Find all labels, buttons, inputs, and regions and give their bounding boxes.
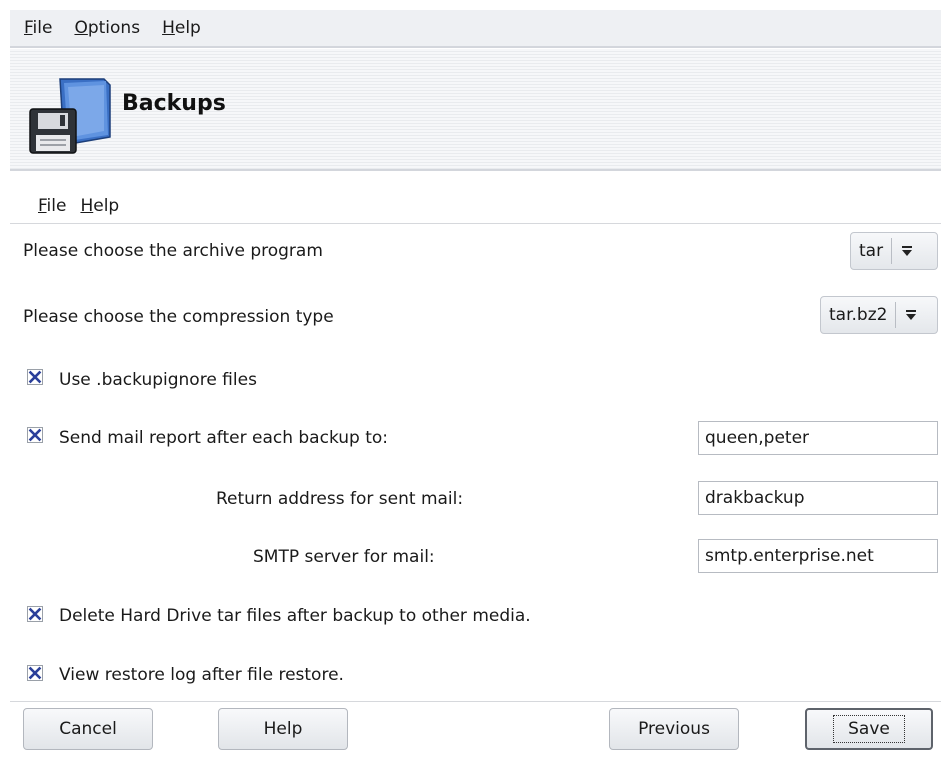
button-divider	[10, 701, 941, 702]
return-address-label: Return address for sent mail:	[216, 489, 464, 509]
floppy-folder-icon	[29, 78, 111, 154]
compression-type-value: tar.bz2	[829, 305, 888, 325]
dropdown-arrow-icon	[892, 233, 922, 269]
use-backupignore-label: Use .backupignore files	[59, 370, 257, 390]
menu-bar: File Options Help	[10, 10, 941, 48]
send-mail-label: Send mail report after each backup to:	[59, 428, 389, 448]
send-mail-checkbox[interactable]	[27, 427, 43, 443]
menu-help[interactable]: Help	[162, 18, 201, 38]
menu-file[interactable]: File	[24, 18, 52, 38]
archive-program-value: tar	[859, 241, 884, 261]
use-backupignore-checkbox[interactable]	[27, 369, 43, 385]
menu-options[interactable]: Options	[74, 18, 140, 38]
dropdown-arrow-icon	[896, 297, 926, 333]
header-banner: Backups	[10, 49, 941, 171]
page-title: Backups	[122, 91, 226, 116]
smtp-server-input[interactable]: smtp.enterprise.net	[698, 539, 938, 573]
delete-tar-files-label: Delete Hard Drive tar files after backup…	[59, 606, 531, 626]
smtp-server-label: SMTP server for mail:	[253, 547, 435, 567]
delete-tar-files-checkbox[interactable]	[27, 606, 43, 622]
compression-type-label: Please choose the compression type	[23, 307, 334, 327]
previous-button[interactable]: Previous	[609, 708, 739, 750]
mail-recipients-input[interactable]: queen,peter	[698, 421, 938, 455]
submenu-help[interactable]: Help	[80, 196, 119, 216]
view-restore-log-checkbox[interactable]	[27, 665, 43, 681]
submenu-file[interactable]: File	[38, 196, 66, 216]
save-button-label: Save	[833, 715, 905, 743]
return-address-input[interactable]: drakbackup	[698, 481, 938, 515]
archive-program-select[interactable]: tar	[850, 232, 938, 270]
compression-type-select[interactable]: tar.bz2	[820, 296, 938, 334]
help-button[interactable]: Help	[218, 708, 348, 750]
save-button[interactable]: Save	[805, 708, 933, 750]
view-restore-log-label: View restore log after file restore.	[59, 665, 344, 685]
sub-menu-bar: File Help	[10, 188, 941, 224]
archive-program-label: Please choose the archive program	[23, 241, 323, 261]
cancel-button[interactable]: Cancel	[23, 708, 153, 750]
